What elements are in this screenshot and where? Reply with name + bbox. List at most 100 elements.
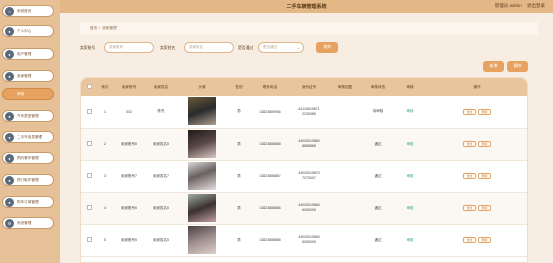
sidebar-item-users[interactable]: ● 用户管理 (2, 48, 54, 60)
edit-button[interactable]: 修改 (463, 108, 476, 115)
row-name: 卖家姓名5 (145, 224, 177, 257)
admin-label: 管理员 admin (494, 3, 522, 8)
row-gender: 男 (227, 96, 251, 129)
header-checkbox[interactable] (81, 78, 97, 96)
table-header: 索引 卖家账号 卖家姓名 头像 性别 联系电话 身份证号 审核回复 审核状态 审… (81, 78, 527, 96)
sidebar-item-label: 用户管理 (17, 51, 32, 56)
chevron-down-icon: ⌄ (296, 45, 300, 50)
users-icon: ● (5, 49, 14, 59)
edit-button[interactable]: 修改 (463, 141, 476, 147)
row-reply (329, 128, 361, 161)
id-part: 7070007 (302, 176, 316, 180)
sidebar-item-viewing[interactable]: ● 预约看车管理 (2, 152, 54, 164)
sidebar-item-label: 预订取车管理 (17, 177, 39, 182)
sidebar-item-orders[interactable]: ● 购车订单管理 (2, 196, 54, 208)
review-select[interactable]: 是否通过 ⌄ (258, 42, 304, 53)
sellers-table: 索引 卖家账号 卖家姓名 头像 性别 联系电话 身份证号 审核回复 审核状态 审… (80, 77, 528, 263)
row-checkbox[interactable] (81, 192, 97, 225)
sidebar-item-home[interactable]: ⌂ 系统首页 (2, 5, 54, 17)
row-status: 待审核 (361, 96, 395, 129)
sidebar-item-label: 系统管理 (17, 220, 32, 225)
column-header: 头像 (198, 84, 206, 89)
sidebar-item-review[interactable]: 审核 (2, 88, 54, 100)
row-id-number: 44143619871 2230985 (289, 96, 329, 129)
sidebar-item-sellers[interactable]: ● 卖家管理 (2, 70, 54, 82)
main-content: 首页 / 卖家管理 卖家账号 卖家账号 卖家姓名 卖家姓名 是否通过 是否通过 ⌄ 查… (60, 13, 553, 263)
column-header: 卖家账号 (121, 84, 137, 89)
avatar (188, 161, 216, 190)
breadcrumb-current: 卖家管理 (102, 26, 117, 30)
row-checkbox[interactable] (81, 96, 97, 129)
row-delete-button[interactable]: 删除 (478, 141, 491, 147)
sidebar-item-profile[interactable]: ● 个人中心 (2, 25, 54, 37)
table-row: 4 卖家账号6 卖家姓名6 男 13823888886 44030019860 606000… (81, 192, 527, 225)
row-checkbox[interactable] (81, 160, 97, 193)
row-avatar-cell (177, 128, 227, 161)
row-id-number: 44030019850 5050005 (289, 224, 329, 257)
sidebar-item-car-types[interactable]: ● 汽车类型管理 (2, 110, 54, 122)
row-phone: 13823889956 (251, 96, 289, 129)
column-header: 身份证号 (301, 84, 317, 89)
row-gender: 男 (227, 160, 251, 193)
row-avatar-cell (177, 160, 227, 193)
gear-icon: ⚙ (5, 218, 14, 228)
row-name: 卖家姓名6 (145, 192, 177, 225)
name-label: 卖家姓名 (160, 46, 176, 50)
order-icon: ● (5, 197, 14, 207)
row-review-cell: 审核 (395, 192, 425, 225)
avatar (188, 225, 216, 254)
sidebar-item-label: 预约看车管理 (17, 155, 39, 160)
account-label: 卖家账号 (80, 46, 96, 50)
row-checkbox[interactable] (81, 224, 97, 257)
review-link[interactable]: 审核 (407, 238, 414, 242)
edit-button[interactable]: 修改 (463, 205, 476, 211)
row-delete-button[interactable]: 删除 (478, 173, 491, 179)
row-reply (329, 96, 361, 129)
table-row: 2 卖家账号8 卖家姓名8 男 13823888888 44030019880 888888… (81, 128, 527, 161)
row-id-number: 44030019880 8888888 (289, 128, 329, 161)
delete-button[interactable]: 删除 (507, 61, 528, 72)
review-link[interactable]: 审核 (407, 174, 414, 178)
row-account: 卖家账号5 (113, 224, 145, 257)
calendar-icon: ● (5, 153, 14, 163)
sidebar-item-pickup[interactable]: ● 预订取车管理 (2, 174, 54, 186)
review-link[interactable]: 审核 (407, 109, 414, 113)
sidebar: ⌂ 系统首页 ● 个人中心 ● 用户管理 ● 卖家管理 审核 ● 汽车类型管理 ● 二手车信… (0, 0, 60, 263)
breadcrumb-home[interactable]: 首页 (90, 26, 97, 30)
row-delete-button[interactable]: 删除 (478, 205, 491, 211)
user-icon: ● (5, 26, 14, 36)
id-part: 2230985 (302, 111, 316, 116)
search-button[interactable]: 查询 (316, 42, 338, 53)
row-avatar-cell (177, 192, 227, 225)
row-id-number: 44030019870 7070007 (289, 160, 329, 193)
id-part: 5050005 (302, 240, 316, 244)
sidebar-item-label: 购车订单管理 (17, 199, 39, 204)
edit-button[interactable]: 修改 (463, 173, 476, 179)
account-input[interactable]: 卖家账号 (104, 42, 154, 53)
avatar (188, 129, 216, 158)
add-button[interactable]: 新增 (483, 61, 504, 72)
sidebar-item-system[interactable]: ⚙ 系统管理 (2, 217, 54, 229)
edit-button[interactable]: 修改 (463, 237, 476, 243)
name-input[interactable]: 卖家姓名 (184, 42, 234, 53)
row-account: 卖家账号7 (113, 160, 145, 193)
sidebar-item-car-info[interactable]: ● 二手车信息管理 (2, 131, 54, 143)
review-link[interactable]: 审核 (407, 142, 414, 146)
row-actions: 修改 删除 (425, 192, 527, 225)
review-select-value: 是否通过 (263, 45, 277, 49)
row-account: 卖家账号6 (113, 192, 145, 225)
logout-link[interactable]: 退出登录 (527, 3, 545, 8)
sidebar-item-label: 二手车信息管理 (17, 134, 43, 139)
column-header: 审核回复 (337, 84, 353, 89)
row-account: 卖家账号8 (113, 128, 145, 161)
sidebar-item-label: 系统首页 (17, 8, 32, 13)
row-delete-button[interactable]: 删除 (478, 237, 491, 243)
row-checkbox[interactable] (81, 128, 97, 161)
row-delete-button[interactable]: 删除 (478, 108, 491, 115)
row-actions: 修改 删除 (425, 96, 527, 129)
id-part: 8888888 (302, 144, 316, 148)
review-link[interactable]: 审核 (407, 206, 414, 210)
row-gender: 男 (227, 224, 251, 257)
row-status: 通过 (361, 160, 395, 193)
column-header: 审核状态 (370, 84, 386, 89)
